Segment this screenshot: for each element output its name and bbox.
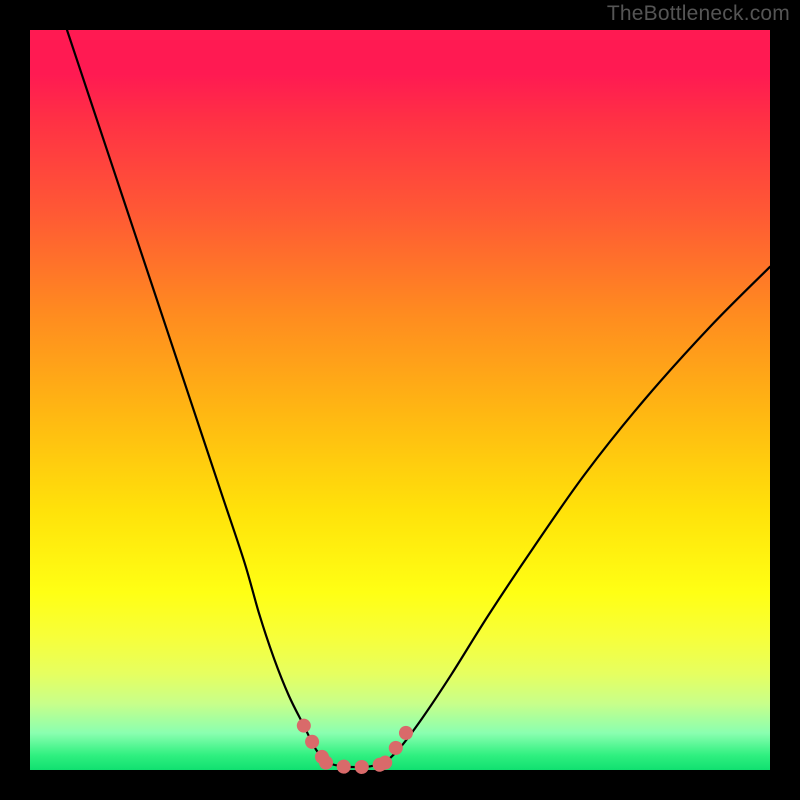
curve-left-branch [67, 30, 326, 763]
plot-area [30, 30, 770, 770]
watermark-text: TheBottleneck.com [607, 2, 790, 26]
app-frame: TheBottleneck.com [0, 0, 800, 800]
curve-layer [30, 30, 770, 770]
curve-right-branch [385, 267, 770, 763]
highlight-right [385, 722, 411, 763]
